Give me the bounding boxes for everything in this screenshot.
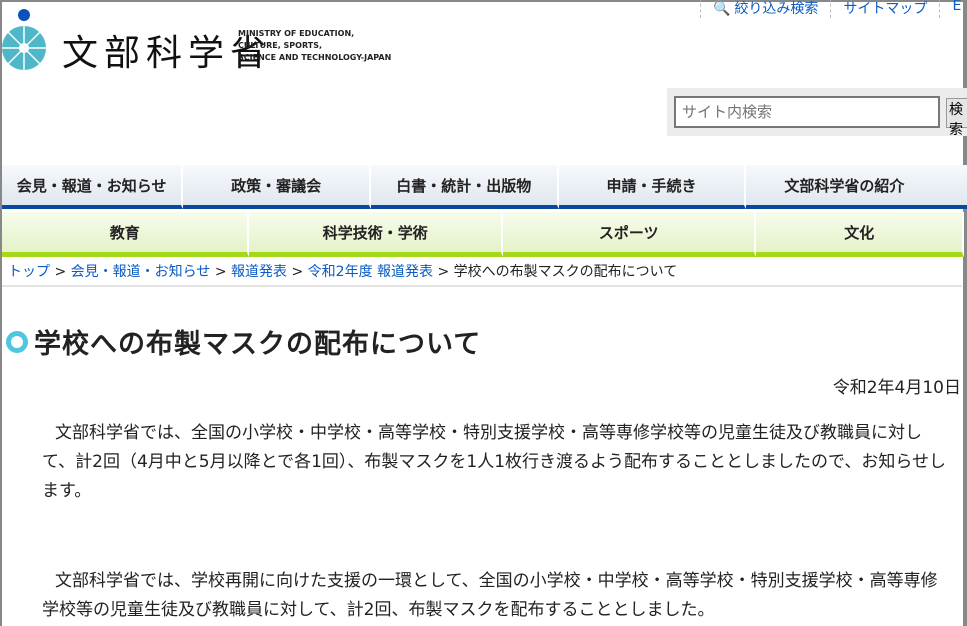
breadcrumb: トップ > 会見・報道・お知らせ > 報道発表 > 令和2年度 報道発表 > 学… <box>8 264 678 280</box>
page-title-text: 学校への布製マスクの配布について <box>34 329 482 360</box>
nav-applications[interactable]: 申請・手続き <box>558 165 747 209</box>
search-input[interactable] <box>674 96 940 128</box>
logo-english: MINISTRY OF EDUCATION, CULTURE, SPORTS, … <box>238 28 391 64</box>
sitemap-link[interactable]: サイトマップ <box>830 0 939 18</box>
bullet-icon <box>6 330 28 353</box>
top-links: 🔍 絞り込み検索 サイトマップ E <box>700 0 967 18</box>
breadcrumb-r2-releases[interactable]: 令和2年度 報道発表 <box>308 264 433 280</box>
nav-publications[interactable]: 白書・統計・出版物 <box>370 165 559 209</box>
refine-search-link[interactable]: 🔍 絞り込み検索 <box>700 0 830 18</box>
site-search: 検索 <box>667 88 967 137</box>
nav-press[interactable]: 会見・報道・お知らせ <box>2 165 184 209</box>
primary-nav: 会見・報道・お知らせ 政策・審議会 白書・統計・出版物 申請・手続き 文部科学省… <box>2 165 967 209</box>
english-link[interactable]: E <box>939 0 967 18</box>
logo-en-line: SCIENCE AND TECHNOLOGY-JAPAN <box>238 53 392 62</box>
search-icon: 🔍 <box>713 1 731 17</box>
refine-search-label: 絞り込み検索 <box>734 1 819 17</box>
paragraph: 文部科学省では、全国の小学校・中学校・高等学校・特別支援学校・高等専修学校等の児… <box>42 423 947 501</box>
search-button[interactable]: 検索 <box>946 98 967 137</box>
nav-culture[interactable]: 文化 <box>756 212 964 257</box>
nav-education[interactable]: 教育 <box>2 212 250 257</box>
page-title: 学校への布製マスクの配布について <box>6 322 481 361</box>
mext-logo-icon <box>2 9 46 70</box>
divider <box>2 285 962 287</box>
publish-date: 令和2年4月10日 <box>832 378 961 398</box>
nav-sports[interactable]: スポーツ <box>502 212 757 257</box>
logo-en-line: CULTURE, SPORTS, <box>238 41 323 50</box>
nav-science[interactable]: 科学技術・学術 <box>249 212 503 257</box>
breadcrumb-top[interactable]: トップ <box>8 264 50 280</box>
breadcrumb-releases[interactable]: 報道発表 <box>231 264 287 280</box>
breadcrumb-current: 学校への布製マスクの配布について <box>453 264 678 280</box>
nav-policy[interactable]: 政策・審議会 <box>183 165 371 209</box>
breadcrumb-press[interactable]: 会見・報道・お知らせ <box>71 264 211 280</box>
logo-en-line: MINISTRY OF EDUCATION, <box>238 29 355 38</box>
paragraph: 文部科学省では、学校再開に向けた支援の一環として、全国の小学校・中学校・高等学校… <box>42 571 938 620</box>
secondary-nav: 教育 科学技術・学術 スポーツ 文化 <box>2 212 964 257</box>
nav-about[interactable]: 文部科学省の紹介 <box>746 165 967 209</box>
